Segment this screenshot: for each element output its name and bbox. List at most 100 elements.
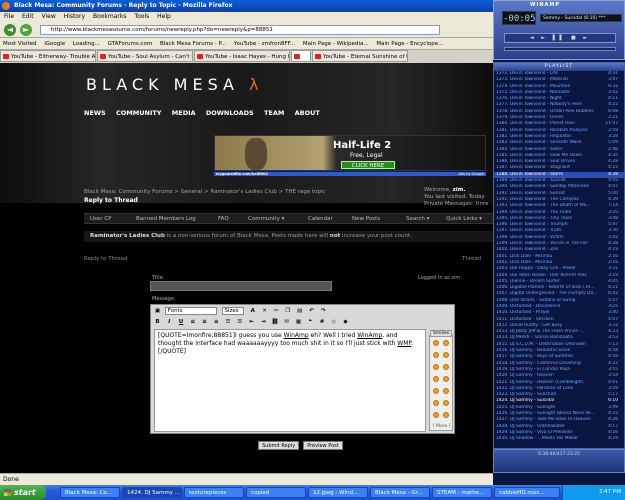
ad-banner[interactable]: Half-Life 2 Free, Legal CLICK HERE xyxy=(214,135,486,171)
forward-arrow-icon[interactable]: ► xyxy=(20,24,32,36)
smiley-icon[interactable] xyxy=(443,352,449,358)
bookmark-item[interactable]: YouTube - zmfron8FF... xyxy=(234,41,295,47)
image-icon[interactable]: ▦ xyxy=(294,318,303,326)
smiley-icon[interactable] xyxy=(433,400,439,406)
nav-team[interactable]: TEAM xyxy=(264,109,284,117)
smiley-icon[interactable] xyxy=(443,340,449,346)
playlist-item[interactable]: 1430. DJ Shadow - ...Meets His Maker 4:19 xyxy=(494,436,624,443)
size-select[interactable]: Sizes xyxy=(221,307,244,315)
quote-icon[interactable]: ❝ xyxy=(306,318,315,326)
menu-history[interactable]: History xyxy=(64,13,85,20)
preview-post-button[interactable]: Preview Post xyxy=(303,441,343,450)
taskbar-button[interactable]: Black Mesa: Co... xyxy=(60,487,120,498)
text-color-icon[interactable]: A xyxy=(248,307,257,315)
outdent-icon[interactable]: ⇤ xyxy=(247,318,256,326)
site-logo[interactable]: BLACK MESA λ xyxy=(86,75,264,94)
taskbar-button[interactable]: STEAM - mathe... xyxy=(432,487,492,498)
menu-help[interactable]: Help xyxy=(157,13,171,20)
underline-icon[interactable]: U xyxy=(177,318,186,326)
taskbar-button[interactable]: texturepieces xyxy=(184,487,244,498)
back-arrow-icon[interactable]: ◄ xyxy=(4,24,16,36)
bookmark-item[interactable]: iGoogle xyxy=(44,41,65,47)
toolbar-faq[interactable]: FAQ xyxy=(218,214,229,225)
toolbar-quick-links[interactable]: Quick Links ▾ xyxy=(446,214,482,225)
redo-icon[interactable]: ↷ xyxy=(319,307,328,315)
bookmark-item[interactable]: Loading... xyxy=(73,41,100,47)
remove-format-icon[interactable]: ✕ xyxy=(260,307,269,315)
bookmark-item[interactable]: Main Page - Wikipedia... xyxy=(303,41,369,47)
undo-icon[interactable]: ↶ xyxy=(307,307,316,315)
winamp-time-display[interactable]: -00:05 xyxy=(502,11,536,25)
submit-reply-button[interactable]: Submit Reply xyxy=(258,441,300,450)
menu-file[interactable]: File xyxy=(4,13,14,20)
browser-tab-active[interactable] xyxy=(291,50,311,62)
smiley-icon[interactable] xyxy=(443,376,449,382)
ad-click-button[interactable]: CLICK HERE xyxy=(341,161,395,169)
taskbar-button[interactable]: 1424. DJ Sammy ... xyxy=(122,487,182,498)
bookmark-item[interactable]: Most Visited xyxy=(3,41,36,47)
more-smilies-link[interactable]: [ More ] xyxy=(433,424,451,429)
toolbar-calendar[interactable]: Calendar xyxy=(308,214,333,225)
menu-view[interactable]: View xyxy=(42,13,56,20)
nav-media[interactable]: MEDIA xyxy=(172,109,196,117)
smiley-icon[interactable] xyxy=(433,388,439,394)
align-left-icon[interactable]: ≡ xyxy=(188,318,197,326)
smiley-icon[interactable] xyxy=(433,352,439,358)
start-button[interactable]: start xyxy=(0,485,46,500)
paste-icon[interactable]: ▤ xyxy=(295,307,304,315)
nav-downloads[interactable]: DOWNLOADS xyxy=(206,109,254,117)
menu-bookmarks[interactable]: Bookmarks xyxy=(93,13,127,20)
bookmark-item[interactable]: GTAForums.com xyxy=(108,41,153,47)
toolbar-banned-log[interactable]: Banned Members Log xyxy=(136,214,196,225)
bookmark-item[interactable]: Black Mesa Forums - P... xyxy=(160,41,226,47)
smiley-icon[interactable] xyxy=(433,412,439,418)
smiley-icon[interactable] xyxy=(443,364,449,370)
cut-icon[interactable]: ✂ xyxy=(272,307,281,315)
smiley-icon[interactable] xyxy=(443,400,449,406)
ads-by-google[interactable]: Ads by Google xyxy=(459,172,486,176)
winamp-transport-controls[interactable]: ◄ ► ▌▌ ■ ► xyxy=(504,33,616,43)
smiley-icon[interactable] xyxy=(433,340,439,346)
toolbar-new-posts[interactable]: New Posts xyxy=(352,214,380,225)
font-select[interactable]: Fonts xyxy=(164,307,217,315)
taskbar-button[interactable]: cabbieHD.max... xyxy=(494,487,560,498)
winamp-seek-bar[interactable] xyxy=(504,47,616,51)
taskbar-button[interactable]: copied xyxy=(246,487,306,498)
email-link-icon[interactable]: ✉ xyxy=(282,318,291,326)
php-icon[interactable]: ◆ xyxy=(341,318,350,326)
align-center-icon[interactable]: ≡ xyxy=(200,318,209,326)
copy-icon[interactable]: ❐ xyxy=(284,307,293,315)
address-bar[interactable]: http://www.blackmesasource.com/forums/ne… xyxy=(40,25,440,35)
smiley-icon[interactable] xyxy=(443,388,449,394)
browser-tab[interactable]: YouTube - Eitherway- Trouble Andrew xyxy=(0,50,96,62)
code-icon[interactable]: # xyxy=(318,318,327,326)
clock[interactable]: 3:47 PM xyxy=(599,489,621,495)
switch-mode-icon[interactable]: ▣ xyxy=(153,307,162,315)
taskbar-button[interactable]: 12.jpeg - Wind... xyxy=(308,487,368,498)
unordered-list-icon[interactable]: ☰ xyxy=(235,318,244,326)
html-icon[interactable]: ◇ xyxy=(329,318,338,326)
nav-community[interactable]: COMMUNITY xyxy=(116,109,162,117)
ad-url[interactable]: mygamesfile.com/halflife2 xyxy=(216,172,268,176)
toolbar-search[interactable]: Search ▾ xyxy=(406,214,429,225)
smiley-icon[interactable] xyxy=(433,364,439,370)
menu-tools[interactable]: Tools xyxy=(134,13,149,20)
align-right-icon[interactable]: ≡ xyxy=(212,318,221,326)
browser-tab[interactable]: YouTube - Eternal Sunshine of the Spot..… xyxy=(312,50,408,62)
username[interactable]: zim. xyxy=(453,187,466,193)
message-textarea[interactable]: [QUOTE=Imonfire;88851]I guess you use Wi… xyxy=(154,329,426,432)
private-messages[interactable]: Private Messages: Unre xyxy=(424,201,489,208)
nav-news[interactable]: NEWS xyxy=(84,109,106,117)
link-icon[interactable]: ⛓ xyxy=(271,318,280,326)
title-input[interactable] xyxy=(150,281,332,291)
italic-icon[interactable]: I xyxy=(165,318,174,326)
taskbar-button[interactable]: Black Mesa - Gr... xyxy=(370,487,430,498)
menu-edit[interactable]: Edit xyxy=(22,13,34,20)
ordered-list-icon[interactable]: ☰ xyxy=(224,318,233,326)
smiley-icon[interactable] xyxy=(433,376,439,382)
browser-tab[interactable]: YouTube - Isaac Hayes - Hung Up on m... xyxy=(194,50,290,62)
toolbar-user-cp[interactable]: User CP xyxy=(90,214,111,225)
browser-tab[interactable]: YouTube - Soul Asylum - Can't Even Tell xyxy=(97,50,193,62)
bold-icon[interactable]: B xyxy=(153,318,162,326)
smiley-icon[interactable] xyxy=(443,412,449,418)
